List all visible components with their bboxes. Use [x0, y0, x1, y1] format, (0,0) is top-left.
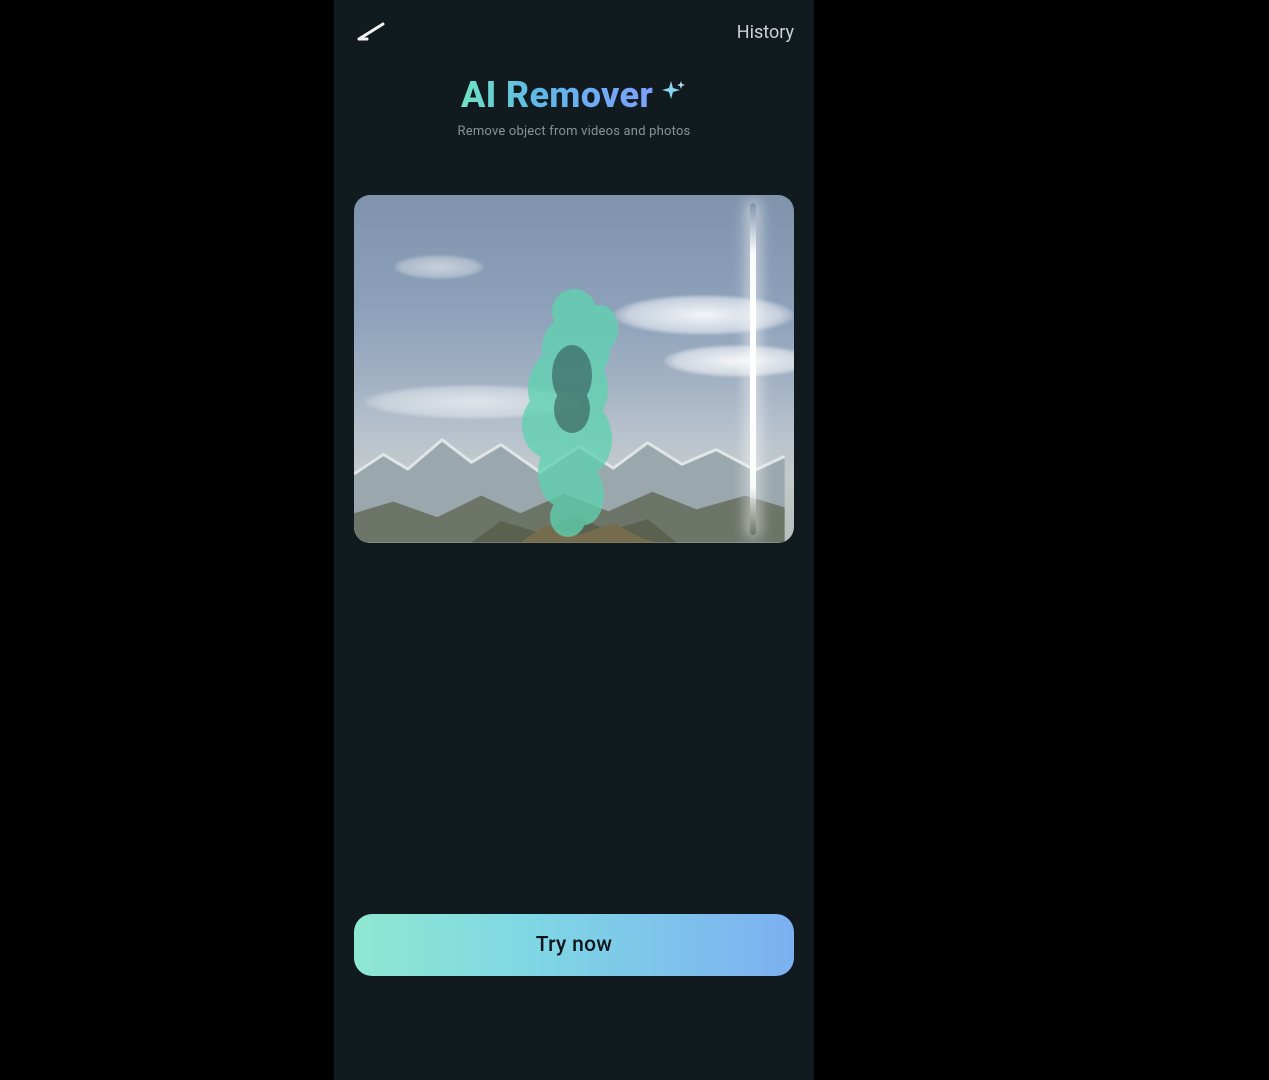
scanline-icon — [750, 203, 756, 535]
page-subtitle: Remove object from videos and photos — [334, 124, 814, 139]
history-button[interactable]: History — [737, 22, 794, 43]
hero: AI Remover Remove object from videos and… — [334, 74, 814, 139]
try-now-button[interactable]: Try now — [354, 914, 794, 976]
preview-cloud — [614, 295, 794, 335]
preview-cloud — [394, 255, 484, 279]
header: History — [334, 0, 814, 64]
sparkle-icon — [661, 79, 687, 109]
selection-mask-icon — [514, 289, 634, 539]
app-screen: History AI Remover Remove object from vi… — [334, 0, 814, 1080]
back-arrow-icon — [355, 21, 385, 43]
page-title: AI Remover — [461, 74, 653, 116]
back-button[interactable] — [354, 16, 386, 48]
preview-image — [354, 195, 794, 543]
